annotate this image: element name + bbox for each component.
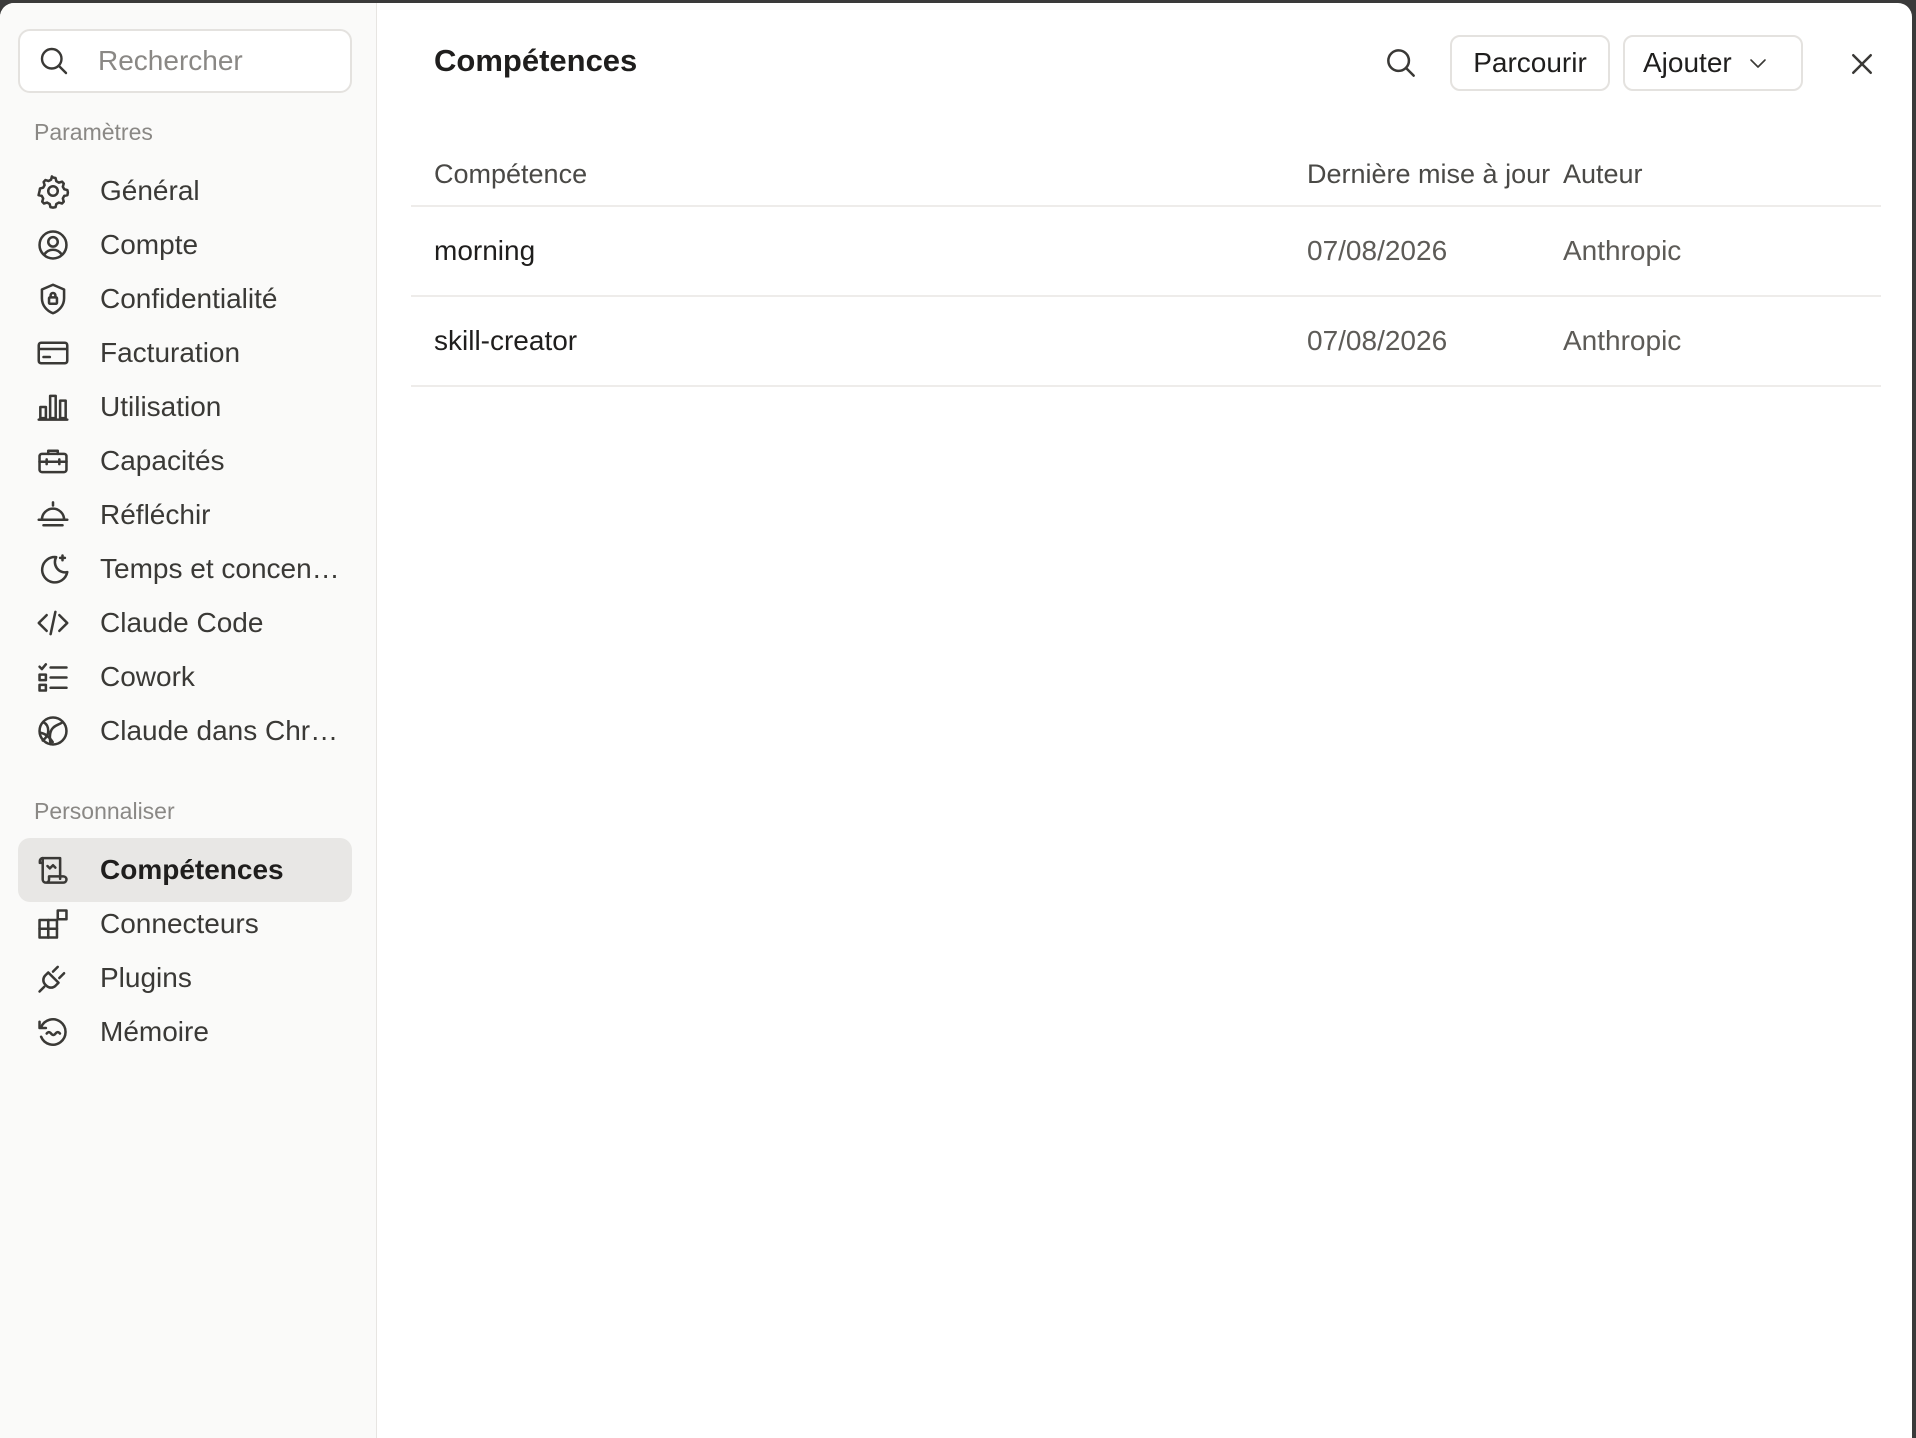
globe-icon — [38, 716, 68, 746]
sidebar-item-label: Temps et concentration — [100, 553, 340, 584]
skill-author: Anthropic — [1563, 235, 1682, 266]
page-title: Compétences — [434, 43, 638, 78]
blocks-icon — [38, 909, 68, 939]
add-button[interactable]: Ajouter — [1623, 35, 1803, 91]
sidebar-item-claude-chrome[interactable]: Claude dans Chrome — [18, 699, 352, 763]
search-icon — [40, 47, 68, 75]
sidebar-item-label: Mémoire — [100, 1016, 209, 1047]
sidebar-item-label: Claude Code — [100, 607, 264, 638]
main-panel: Compétences Parcourir Ajouter Compétence… — [377, 3, 1912, 1438]
add-button-label: Ajouter — [1643, 47, 1732, 78]
column-header-updated[interactable]: Dernière mise à jour — [1307, 159, 1563, 190]
sidebar-search[interactable] — [18, 29, 352, 93]
sidebar-item-label: Connecteurs — [100, 908, 259, 939]
skill-author: Anthropic — [1563, 325, 1682, 356]
memory-icon — [38, 1018, 67, 1046]
shield-lock-icon — [40, 283, 66, 315]
skill-name: morning — [434, 235, 536, 266]
column-header-skill[interactable]: Compétence — [411, 159, 1307, 190]
sidebar: Paramètres Général Compte Confidentialit… — [0, 3, 377, 1438]
column-header-author[interactable]: Auteur — [1563, 159, 1863, 190]
sidebar-search-input[interactable] — [98, 45, 338, 77]
sidebar-item-label: Compte — [100, 229, 199, 260]
sidebar-item-label: Utilisation — [100, 391, 222, 422]
skill-name: skill-creator — [434, 325, 578, 356]
table-row[interactable]: morning 07/08/2026 Anthropic — [411, 207, 1881, 297]
checklist-icon — [38, 663, 68, 692]
browse-button[interactable]: Parcourir — [1450, 35, 1610, 91]
scroll-icon — [38, 856, 68, 884]
credit-card-icon — [37, 341, 69, 365]
bar-chart-icon — [37, 394, 69, 421]
sidebar-item-label: Plugins — [100, 962, 192, 993]
briefcase-icon — [38, 449, 68, 474]
sidebar-item-label: Cowork — [100, 661, 195, 692]
sunset-icon — [37, 501, 69, 527]
header-search-button[interactable] — [1377, 39, 1425, 87]
gear-icon — [37, 175, 70, 209]
code-icon — [37, 610, 69, 636]
skill-updated: 07/08/2026 — [1307, 235, 1448, 266]
sidebar-item-label: Général — [100, 175, 200, 206]
search-icon — [1387, 49, 1415, 77]
sidebar-item-label: Confidentialité — [100, 283, 278, 314]
chevron-down-icon — [1749, 59, 1766, 68]
moon-star-icon — [40, 554, 69, 584]
sidebar-item-label: Capacités — [100, 445, 225, 476]
skill-updated: 07/08/2026 — [1307, 325, 1448, 356]
sidebar-item-label: Facturation — [100, 337, 241, 368]
section-label-personnaliser: Personnaliser — [34, 798, 175, 824]
sidebar-item-label: Réfléchir — [100, 499, 211, 530]
section-label-parametres: Paramètres — [34, 119, 153, 145]
table-row[interactable]: skill-creator 07/08/2026 Anthropic — [411, 297, 1881, 387]
settings-window: Paramètres Général Compte Confidentialit… — [0, 3, 1912, 1438]
plug-icon — [38, 965, 66, 993]
sidebar-item-memoire[interactable]: Mémoire — [18, 1000, 352, 1064]
skills-table: Compétence Dernière mise à jour Auteur m… — [411, 143, 1881, 387]
user-circle-icon — [38, 230, 68, 260]
sidebar-item-label: Claude dans Chrome — [100, 715, 340, 746]
close-icon — [1852, 54, 1872, 74]
close-button[interactable] — [1839, 41, 1885, 87]
table-header: Compétence Dernière mise à jour Auteur — [411, 143, 1881, 207]
sidebar-item-label: Compétences — [100, 854, 284, 885]
